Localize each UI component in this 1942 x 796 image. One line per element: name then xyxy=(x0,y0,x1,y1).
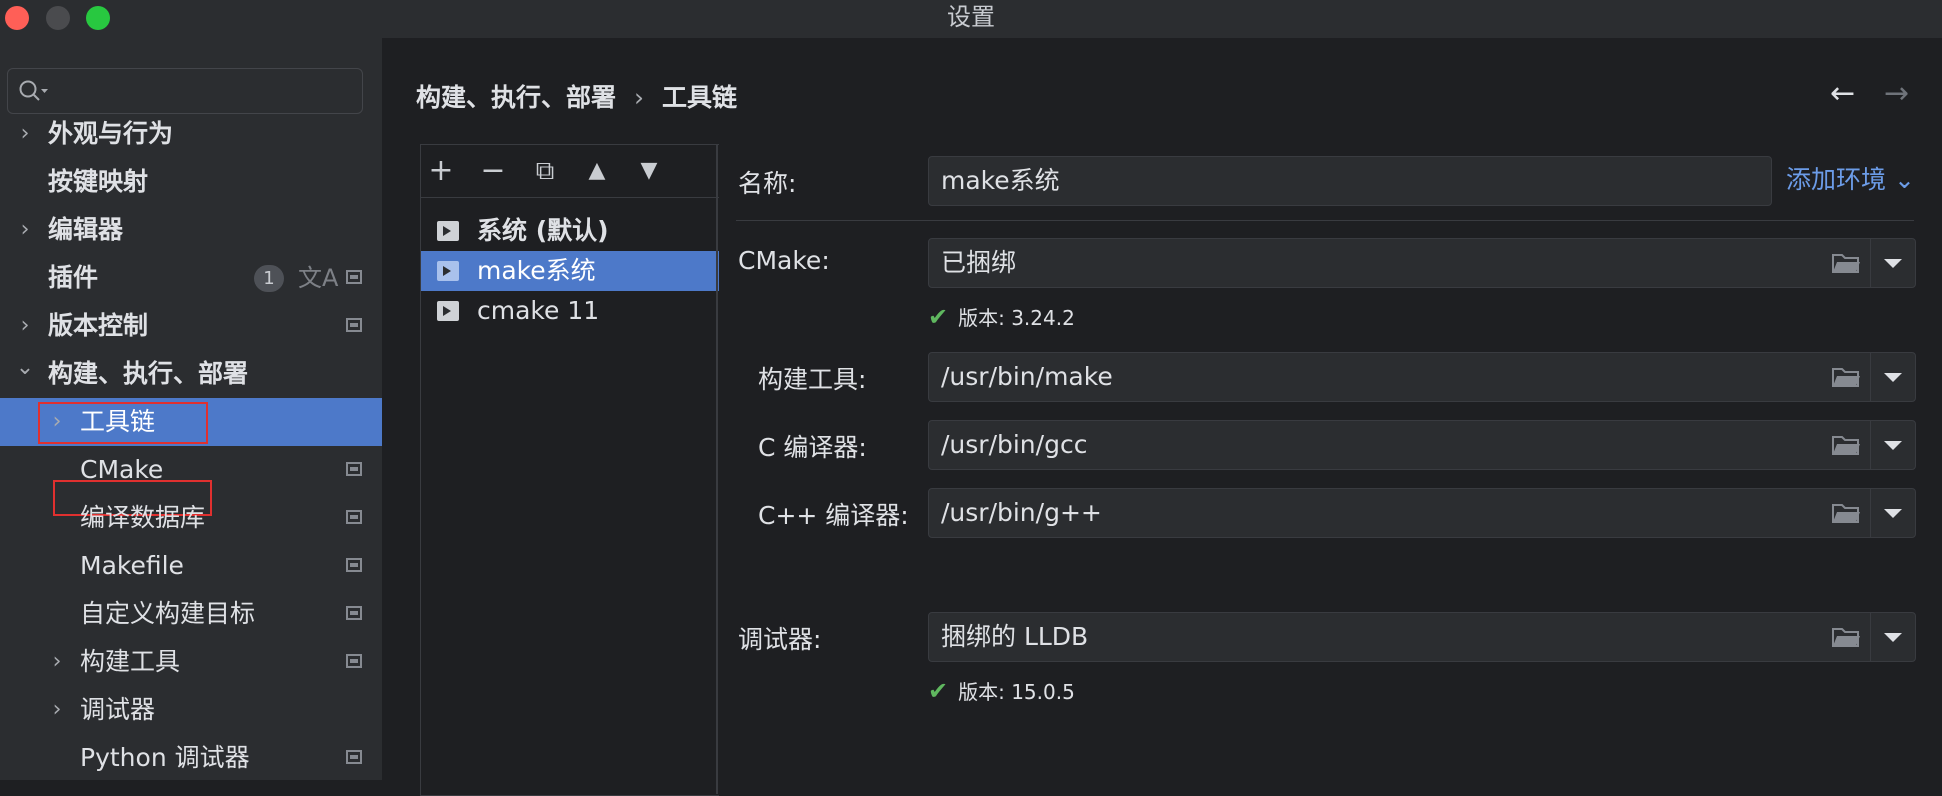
breadcrumb-current: 工具链 xyxy=(662,83,738,112)
project-settings-icon xyxy=(346,606,362,620)
build-tool-dropdown-button[interactable] xyxy=(1870,353,1915,401)
copy-toolchain-button[interactable]: ⧉ xyxy=(527,153,563,189)
toolchain-item-make-system[interactable]: make系统 xyxy=(421,251,719,291)
chevron-right-icon: › xyxy=(20,313,30,338)
window-title: 设置 xyxy=(947,3,995,31)
sidebar-item-makefile[interactable]: Makefile xyxy=(0,542,382,590)
project-settings-icon xyxy=(346,270,362,284)
sidebar-item-build-execution-deployment[interactable]: ⌄ 构建、执行、部署 xyxy=(0,350,382,398)
debugger-dropdown-button[interactable] xyxy=(1870,613,1915,661)
sidebar-item-custom-build-targets[interactable]: 自定义构建目标 xyxy=(0,590,382,638)
sidebar-item-editor[interactable]: › 编辑器 xyxy=(0,206,382,254)
breadcrumb: 构建、执行、部署 › 工具链 xyxy=(416,78,737,114)
toolchain-list-panel: + − ⧉ ▲ ▼ 系统 (默认) make系统 cmake 11 xyxy=(420,144,719,796)
breadcrumb-parent[interactable]: 构建、执行、部署 xyxy=(416,83,616,112)
terminal-icon xyxy=(437,261,459,281)
chevron-right-icon: › xyxy=(20,121,30,146)
sidebar-item-plugins[interactable]: 插件 1 文A xyxy=(0,254,382,302)
toolchain-toolbar: + − ⧉ ▲ ▼ xyxy=(421,145,719,198)
translate-icon: 文A xyxy=(298,264,339,292)
build-tool-label: 构建工具: xyxy=(758,365,867,394)
debugger-version-status: ✔ 版本: 15.0.5 xyxy=(928,677,1075,705)
sidebar-item-appearance[interactable]: › 外观与行为 xyxy=(0,110,382,158)
chevron-right-icon: › xyxy=(20,217,30,242)
folder-icon[interactable] xyxy=(1831,501,1861,525)
title-bar: 设置 xyxy=(0,0,1942,38)
search-input[interactable] xyxy=(7,68,363,114)
cmake-field[interactable]: 已捆绑 xyxy=(928,238,1916,288)
cpp-compiler-label: C++ 编译器: xyxy=(758,501,909,530)
forward-arrow-icon[interactable]: → xyxy=(1884,76,1909,111)
folder-icon[interactable] xyxy=(1831,365,1861,389)
checkmark-icon: ✔ xyxy=(928,677,949,705)
cpp-compiler-field[interactable]: /usr/bin/g++ xyxy=(928,488,1916,538)
project-settings-icon xyxy=(346,510,362,524)
sidebar-item-keymap[interactable]: 按键映射 xyxy=(0,158,382,206)
panel-divider[interactable] xyxy=(716,144,718,794)
debugger-field[interactable]: 捆绑的 LLDB xyxy=(928,612,1916,662)
settings-sidebar: › 外观与行为 按键映射 › 编辑器 插件 1 文A › 版本控制 ⌄ 构建、执… xyxy=(0,38,384,780)
project-settings-icon xyxy=(346,318,362,332)
folder-icon[interactable] xyxy=(1831,625,1861,649)
cpp-compiler-dropdown-button[interactable] xyxy=(1870,489,1915,537)
remove-toolchain-button[interactable]: − xyxy=(475,153,511,189)
move-down-button[interactable]: ▼ xyxy=(631,153,667,189)
chevron-right-icon: › xyxy=(52,697,62,722)
search-icon xyxy=(19,80,48,101)
cmake-version-status: ✔ 版本: 3.24.2 xyxy=(928,303,1075,331)
sidebar-item-compilation-database[interactable]: 编译数据库 xyxy=(0,494,382,542)
project-settings-icon xyxy=(346,750,362,764)
checkmark-icon: ✔ xyxy=(928,303,949,331)
folder-icon[interactable] xyxy=(1831,433,1861,457)
name-field[interactable]: make系统 xyxy=(928,156,1772,206)
project-settings-icon xyxy=(346,558,362,572)
c-compiler-label: C 编译器: xyxy=(758,433,867,462)
c-compiler-dropdown-button[interactable] xyxy=(1870,421,1915,469)
c-compiler-field[interactable]: /usr/bin/gcc xyxy=(928,420,1916,470)
toolchain-item-system-default[interactable]: 系统 (默认) xyxy=(421,211,719,251)
name-label: 名称: xyxy=(738,169,797,198)
settings-content: 构建、执行、部署 › 工具链 ← → + − ⧉ ▲ ▼ 系统 (默认) make系… xyxy=(384,38,1942,796)
cmake-dropdown-button[interactable] xyxy=(1870,239,1915,287)
add-toolchain-button[interactable]: + xyxy=(423,153,459,189)
sidebar-item-build-tools[interactable]: › 构建工具 xyxy=(0,638,382,686)
add-environment-link[interactable]: 添加环境 ⌄ xyxy=(1786,160,1915,196)
form-separator xyxy=(736,220,1914,221)
chevron-down-icon: ⌄ xyxy=(15,355,35,380)
cmake-label: CMake: xyxy=(738,246,830,275)
terminal-icon xyxy=(437,221,459,241)
terminal-icon xyxy=(437,301,459,321)
sidebar-item-debugger[interactable]: › 调试器 xyxy=(0,686,382,734)
update-count-badge: 1 xyxy=(254,265,284,292)
debugger-label: 调试器: xyxy=(738,625,822,654)
project-settings-icon xyxy=(346,654,362,668)
breadcrumb-separator: › xyxy=(634,83,645,112)
chevron-right-icon: › xyxy=(52,649,62,674)
build-tool-field[interactable]: /usr/bin/make xyxy=(928,352,1916,402)
folder-icon[interactable] xyxy=(1831,251,1861,275)
highlight-box xyxy=(38,402,208,444)
project-settings-icon xyxy=(346,462,362,476)
sidebar-item-python-debugger[interactable]: Python 调试器 xyxy=(0,734,382,780)
toolchain-item-cmake-11[interactable]: cmake 11 xyxy=(421,291,719,331)
sidebar-item-version-control[interactable]: › 版本控制 xyxy=(0,302,382,350)
back-arrow-icon[interactable]: ← xyxy=(1830,76,1855,111)
move-up-button[interactable]: ▲ xyxy=(579,153,615,189)
